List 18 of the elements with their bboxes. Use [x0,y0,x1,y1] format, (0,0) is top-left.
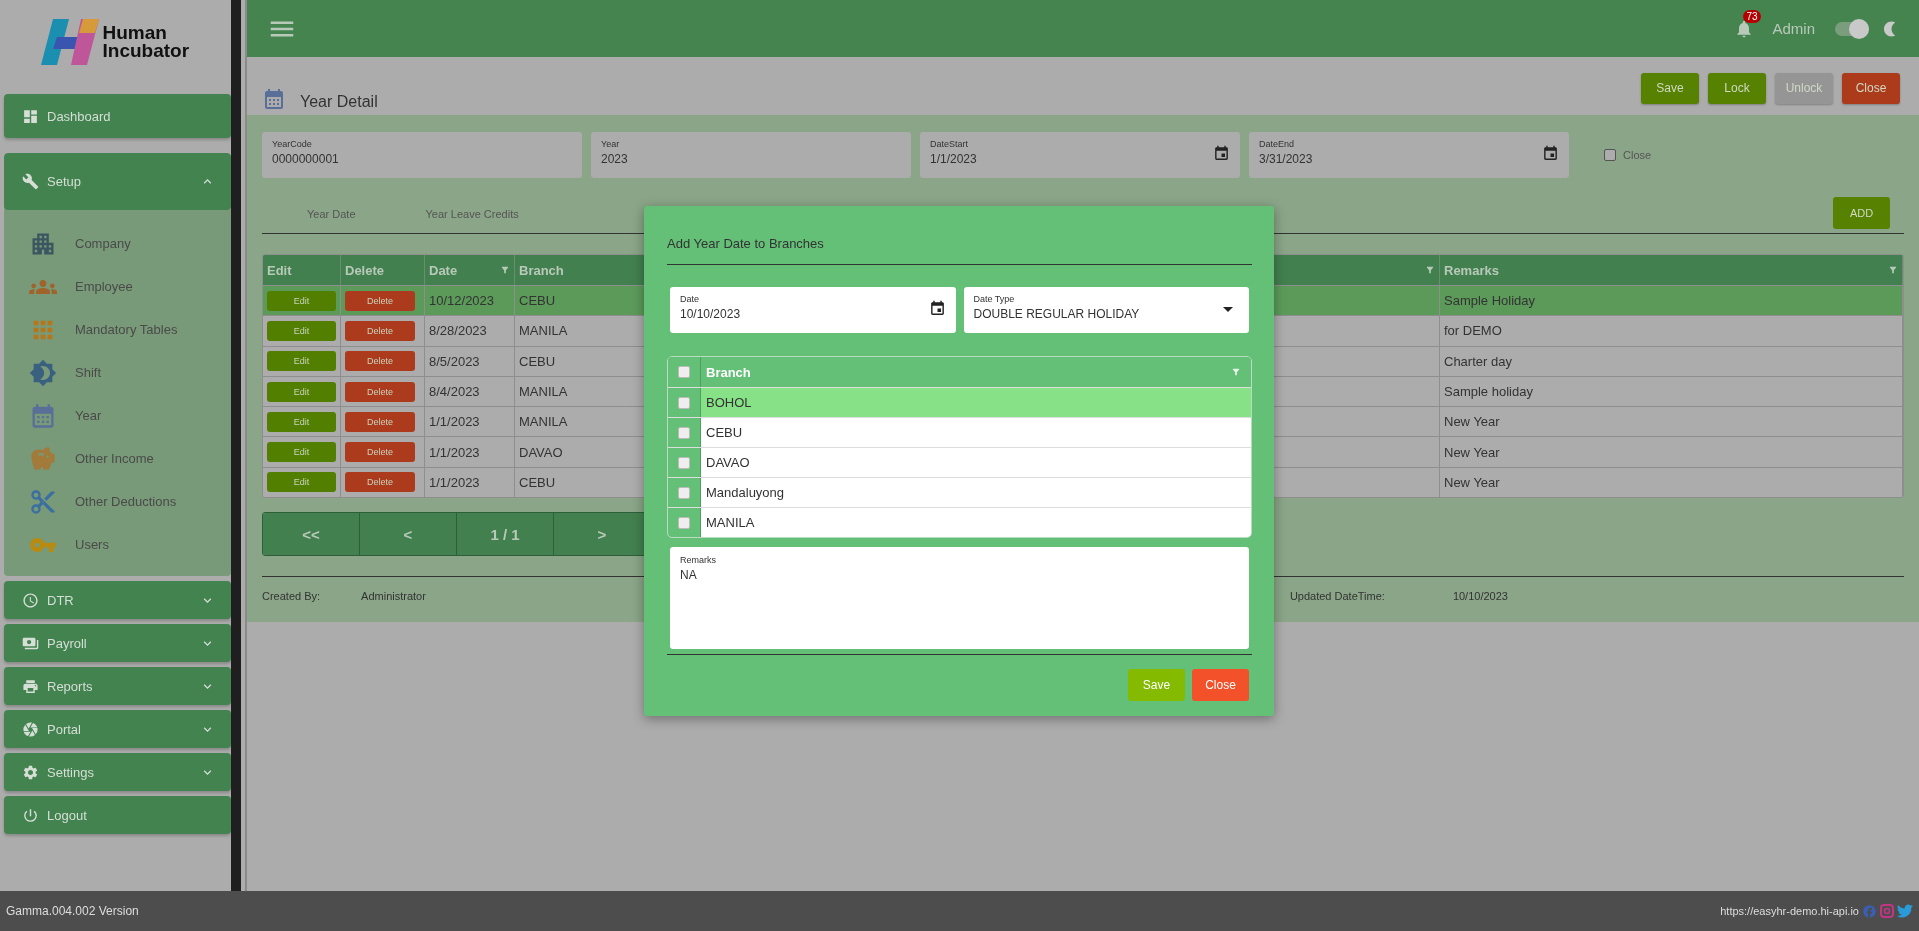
logo-text: Human Incubator [102,24,191,60]
created-by-label: Created By: [262,589,321,602]
table-cell: New Year [1440,467,1903,498]
table-cell: Charter day [1440,346,1903,376]
dialog-title: Add Year Date to Branches [667,236,1252,265]
page-title: Year Detail [300,93,378,111]
updated-label: Updated DateTime: [1289,589,1385,602]
table-cell: 8/5/2023 [425,346,515,376]
created-by-value: Administrator [361,589,426,602]
table-cell: New Year [1440,437,1903,467]
branch-name: MANILA [705,514,756,532]
table-cell: for DEMO [1440,316,1903,346]
updated-value: 10/10/2023 [1452,589,1508,602]
table-cell: 1/1/2023 [425,467,515,498]
notification-badge: 73 [1743,9,1761,23]
version-text: Gamma.004.002 Version [6,904,139,918]
table-cell: 8/28/2023 [425,316,515,346]
table-cell: 1/1/2023 [425,437,515,467]
